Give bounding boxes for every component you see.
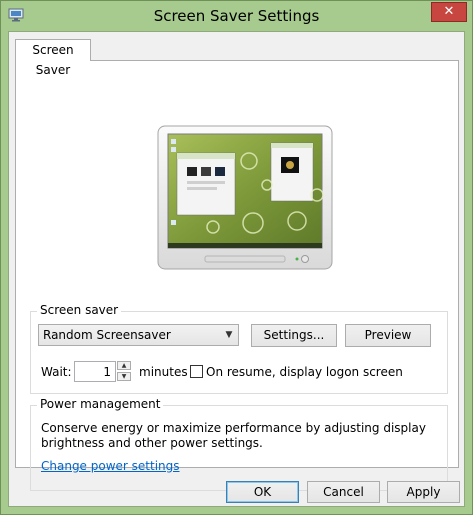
apply-button[interactable]: Apply (387, 481, 460, 503)
wait-minutes-input[interactable]: 1 (74, 361, 116, 382)
preview-button[interactable]: Preview (345, 324, 431, 347)
close-button[interactable]: ✕ (431, 2, 467, 22)
change-power-settings-link[interactable]: Change power settings (41, 459, 180, 473)
minutes-label: minutes (139, 365, 188, 379)
cancel-button[interactable]: Cancel (307, 481, 380, 503)
power-group-label: Power management (37, 397, 164, 411)
chevron-down-icon: ▼ (225, 330, 233, 340)
resume-logon-checkbox[interactable] (190, 365, 203, 378)
ok-button[interactable]: OK (226, 481, 299, 503)
screensaver-selected-value: Random Screensaver (43, 328, 171, 342)
spin-up-button[interactable]: ▲ (117, 361, 131, 370)
power-management-group: Power management Conserve energy or maxi… (30, 397, 448, 491)
power-description-line-2: brightness and other power settings. (41, 436, 263, 450)
settings-button[interactable]: Settings... (251, 324, 337, 347)
tab-panel: Screen saver Random Screensaver ▼ Settin… (15, 60, 459, 491)
power-description-line-1: Conserve energy or maximize performance … (41, 421, 426, 435)
resume-logon-label[interactable]: On resume, display logon screen (206, 365, 403, 379)
dialog-client: Screen Saver Screen saver Random Screens… (8, 31, 465, 507)
window-title: Screen Saver Settings (153, 7, 320, 25)
power-description: Conserve energy or maximize performance … (41, 421, 441, 451)
screen-saver-group: Screen saver Random Screensaver ▼ Settin… (30, 303, 448, 394)
tab-screen-saver[interactable]: Screen Saver (15, 39, 91, 77)
wait-label: Wait: (41, 365, 72, 379)
screen-saver-group-label: Screen saver (37, 303, 122, 317)
title-bar[interactable]: Screen Saver Settings ✕ (1, 1, 472, 31)
dialog-window: Screen Saver Settings ✕ Screen Saver Scr… (0, 0, 473, 515)
screensaver-select[interactable]: Random Screensaver ▼ (38, 324, 239, 346)
preview-monitor (157, 125, 333, 270)
spin-down-button[interactable]: ▼ (117, 372, 131, 381)
